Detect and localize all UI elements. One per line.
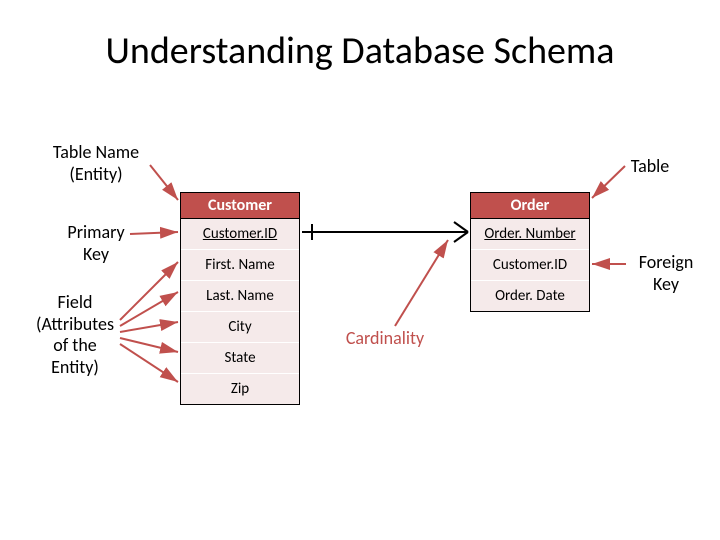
table-row: Customer.ID <box>471 250 589 281</box>
table-row: First. Name <box>181 250 299 281</box>
label-field: Field(Attributesof theEntity) <box>20 292 130 378</box>
order-table: Order Order. Number Customer.ID Order. D… <box>470 192 590 312</box>
page-title: Understanding Database Schema <box>0 28 720 74</box>
table-row: Order. Date <box>471 281 589 311</box>
table-row: Last. Name <box>181 281 299 312</box>
label-cardinality: Cardinality <box>330 328 440 350</box>
table-row: Order. Number <box>471 219 589 250</box>
slide: Understanding Database Schema Table Name… <box>0 0 720 540</box>
table-row: Customer.ID <box>181 219 299 250</box>
table-row: City <box>181 312 299 343</box>
label-table: Table <box>620 156 680 178</box>
label-primary-key: PrimaryKey <box>36 222 156 265</box>
table-row: State <box>181 343 299 374</box>
customer-table: Customer Customer.ID First. Name Last. N… <box>180 192 300 405</box>
label-table-name: Table Name(Entity) <box>36 142 156 185</box>
connectors <box>0 0 720 540</box>
label-foreign-key: ForeignKey <box>626 252 706 295</box>
table-row: Zip <box>181 374 299 404</box>
customer-header: Customer <box>181 193 299 219</box>
order-header: Order <box>471 193 589 219</box>
